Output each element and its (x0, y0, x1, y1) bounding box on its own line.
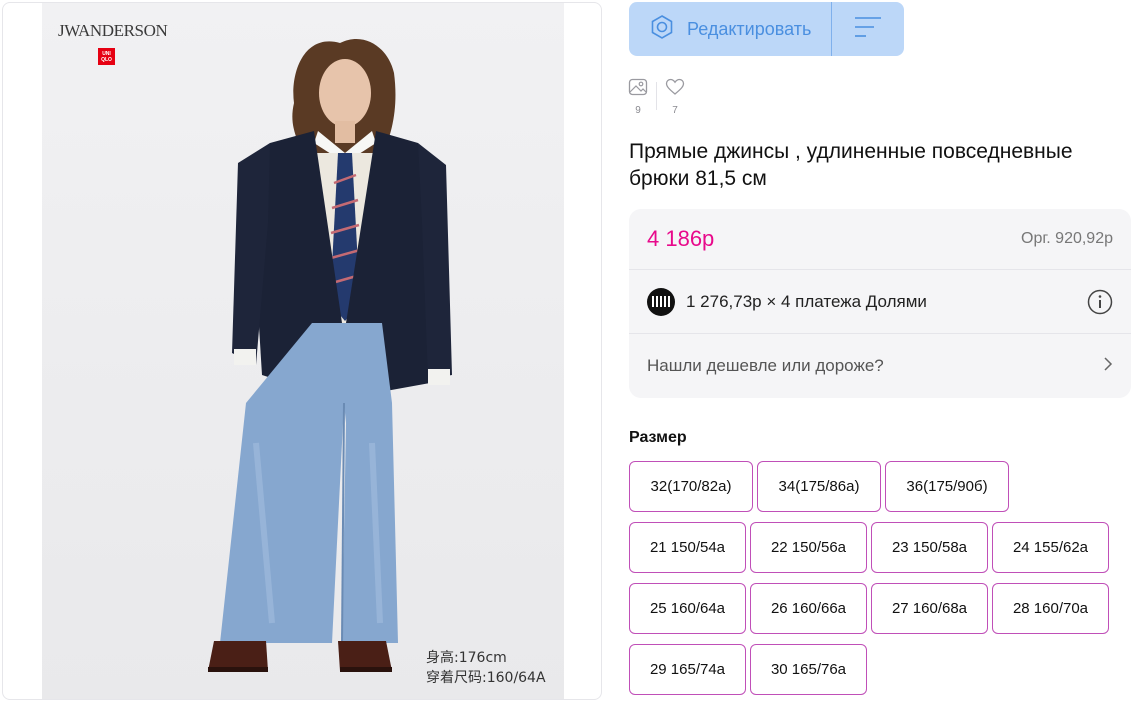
info-icon[interactable] (1087, 289, 1113, 315)
hexagon-gear-icon (649, 14, 675, 45)
size-option[interactable]: 34(175/86а) (757, 461, 881, 512)
current-price: 4 186р (647, 226, 715, 251)
size-option[interactable]: 29 165/74а (629, 644, 746, 695)
price-row: 4 186р Орг. 920,92р (629, 209, 1131, 270)
sort-lines-icon (854, 15, 882, 44)
heart-icon (665, 78, 685, 101)
size-row: 25 160/64а 26 160/66а 27 160/68а 28 160/… (629, 583, 1129, 634)
size-option[interactable]: 23 150/58а (871, 522, 988, 573)
likes-stat[interactable]: 7 (665, 78, 685, 116)
price-card: 4 186р Орг. 920,92р 1 276,73р × 4 платеж… (629, 209, 1131, 398)
model-illustration (208, 38, 452, 672)
edit-toolbar: Редактировать (629, 2, 904, 56)
edit-button-label: Редактировать (687, 18, 812, 39)
size-option[interactable]: 22 150/56а (750, 522, 867, 573)
photos-count: 9 (635, 105, 641, 116)
size-option[interactable]: 30 165/76а (750, 644, 867, 695)
sort-menu-button[interactable] (832, 2, 904, 56)
dolyami-icon (647, 287, 675, 316)
found-cheaper-text: Нашли дешевле или дороже? (647, 356, 884, 375)
installment-text: 1 276,73р × 4 платежа Долями (686, 291, 927, 311)
original-price: Орг. 920,92р (1021, 230, 1113, 247)
size-row: 29 165/74а 30 165/76а (629, 644, 1129, 695)
size-option[interactable]: 27 160/68а (871, 583, 988, 634)
edit-button[interactable]: Редактировать (629, 2, 831, 56)
installment-row[interactable]: 1 276,73р × 4 платежа Долями (629, 270, 1131, 334)
size-option[interactable]: 25 160/64а (629, 583, 746, 634)
product-photo[interactable]: JWANDERSON UNI QLO 身高:176cm 穿着尺码:160/64A (42, 3, 564, 699)
product-title: Прямые джинсы , удлиненные повседневные … (629, 140, 1073, 190)
size-option[interactable]: 28 160/70а (992, 583, 1109, 634)
model-size-caption: 身高:176cm 穿着尺码:160/64A (426, 650, 546, 686)
product-stats: 9 7 (628, 78, 685, 116)
size-row: 32(170/82а) 34(175/86а) 36(175/90б) (629, 461, 1129, 512)
likes-count: 7 (672, 105, 678, 116)
size-option[interactable]: 24 155/62а (992, 522, 1109, 573)
size-option[interactable]: 26 160/66а (750, 583, 867, 634)
size-option[interactable]: 36(175/90б) (885, 461, 1009, 512)
found-cheaper-link[interactable]: Нашли дешевле или дороже? (629, 334, 1131, 398)
image-icon (628, 78, 648, 101)
chevron-right-icon (1103, 356, 1113, 377)
size-heading: Размер (629, 429, 687, 446)
size-option[interactable]: 21 150/54а (629, 522, 746, 573)
size-option[interactable]: 32(170/82а) (629, 461, 753, 512)
stats-divider (656, 82, 657, 110)
size-row: 21 150/54а 22 150/56а 23 150/58а 24 155/… (629, 522, 1129, 573)
size-grid: 32(170/82а) 34(175/86а) 36(175/90б) 21 1… (629, 461, 1129, 705)
photos-stat[interactable]: 9 (628, 78, 648, 116)
product-image-card[interactable]: JWANDERSON UNI QLO 身高:176cm 穿着尺码:160/64A (2, 2, 602, 700)
